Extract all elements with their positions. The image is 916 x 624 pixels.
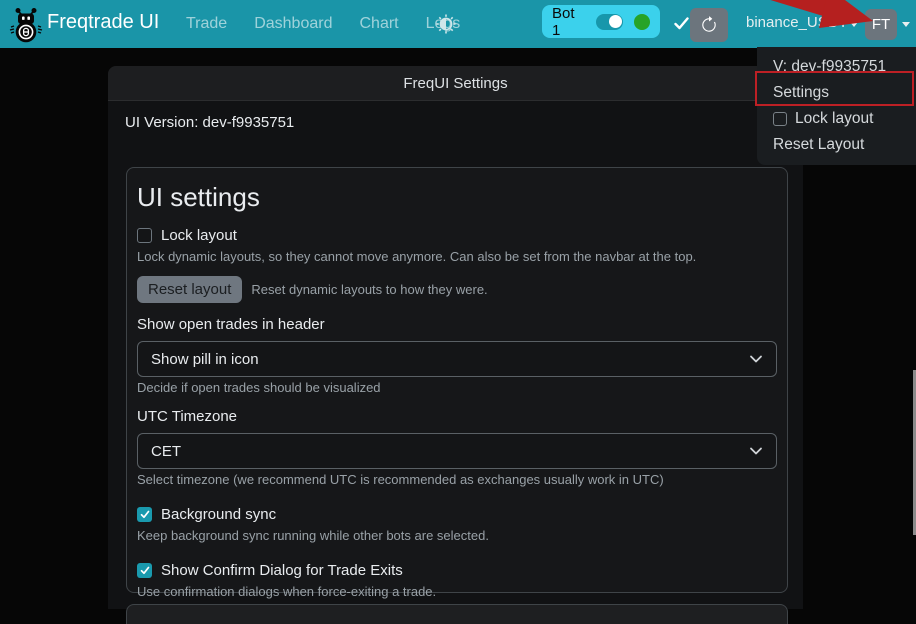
user-dropdown-menu: V: dev-f9935751 Settings Lock layout Res… (757, 47, 916, 165)
background-sync-checkbox[interactable] (137, 507, 152, 522)
check-icon (140, 510, 150, 519)
confirm-dialog-label: Show Confirm Dialog for Trade Exits (161, 562, 403, 579)
freqtrade-robot-logo-icon[interactable] (8, 5, 44, 48)
ui-version-text: UI Version: dev-f9935751 (125, 114, 294, 131)
bot-toggle-knob (609, 15, 622, 28)
chevron-down-icon (749, 444, 763, 458)
open-trades-select[interactable]: Show pill in icon (137, 341, 777, 377)
menu-item-version[interactable]: V: dev-f9935751 (757, 54, 916, 80)
panel-title: FreqUI Settings (403, 75, 507, 92)
refresh-button[interactable] (690, 8, 728, 42)
menu-item-lock-layout[interactable]: Lock layout (757, 106, 916, 132)
lock-layout-row[interactable]: Lock layout (137, 225, 777, 246)
lock-layout-label: Lock layout (161, 227, 237, 244)
timezone-selected-value: CET (151, 443, 181, 460)
bot-status-pill[interactable]: Bot 1 (542, 5, 660, 38)
lock-layout-checkbox[interactable] (137, 228, 152, 243)
timezone-select[interactable]: CET (137, 433, 777, 469)
lock-layout-description: Lock dynamic layouts, so they cannot mov… (137, 249, 777, 264)
reset-layout-description: Reset dynamic layouts to how they were. (251, 282, 487, 297)
exchange-dropdown[interactable]: binance_USDT (746, 14, 848, 31)
next-settings-card-edge (126, 604, 788, 624)
timezone-label: UTC Timezone (137, 408, 777, 425)
reset-layout-row: Reset layout Reset dynamic layouts to ho… (137, 276, 777, 303)
nav-item-dashboard[interactable]: Dashboard (254, 15, 332, 33)
refresh-icon (700, 16, 718, 34)
background-sync-description: Keep background sync running while other… (137, 528, 777, 543)
check-icon (140, 566, 150, 575)
nav-links: Trade Dashboard Chart Logs (186, 0, 460, 48)
bot-online-dot (634, 14, 650, 30)
ui-settings-card: UI settings Lock layout Lock dynamic lay… (126, 167, 788, 593)
menu-item-reset-layout[interactable]: Reset Layout (757, 132, 916, 158)
bot-name-label: Bot 1 (552, 5, 587, 39)
nav-item-chart[interactable]: Chart (359, 15, 398, 33)
card-title: UI settings (137, 182, 777, 213)
background-sync-label: Background sync (161, 506, 276, 523)
chevron-down-icon (749, 352, 763, 366)
theme-brightness-icon[interactable] (436, 14, 456, 39)
open-trades-selected-value: Show pill in icon (151, 351, 259, 368)
open-trades-label: Show open trades in header (137, 316, 777, 333)
user-avatar-button[interactable]: FT (865, 9, 897, 40)
background-sync-row[interactable]: Background sync (137, 504, 777, 525)
menu-item-settings[interactable]: Settings (757, 80, 916, 106)
open-trades-description: Decide if open trades should be visualiz… (137, 380, 777, 395)
navbar: Freqtrade UI Trade Dashboard Chart Logs … (0, 0, 916, 48)
lock-layout-menu-checkbox[interactable] (773, 112, 787, 126)
exchange-caret-icon (850, 22, 858, 27)
bot-toggle[interactable] (596, 14, 624, 30)
confirm-dialog-row[interactable]: Show Confirm Dialog for Trade Exits (137, 560, 777, 581)
confirm-dialog-checkbox[interactable] (137, 563, 152, 578)
brand-title[interactable]: Freqtrade UI (47, 11, 159, 34)
bot-ok-check-icon (674, 17, 689, 35)
settings-panel: FreqUI Settings UI Version: dev-f9935751… (108, 66, 803, 609)
timezone-description: Select timezone (we recommend UTC is rec… (137, 472, 777, 487)
reset-layout-button[interactable]: Reset layout (137, 276, 242, 303)
confirm-dialog-description: Use confirmation dialogs when force-exit… (137, 584, 777, 599)
nav-item-trade[interactable]: Trade (186, 15, 227, 33)
avatar-label: FT (872, 16, 890, 33)
panel-header: FreqUI Settings (108, 66, 803, 101)
user-menu-caret-icon (902, 22, 910, 27)
